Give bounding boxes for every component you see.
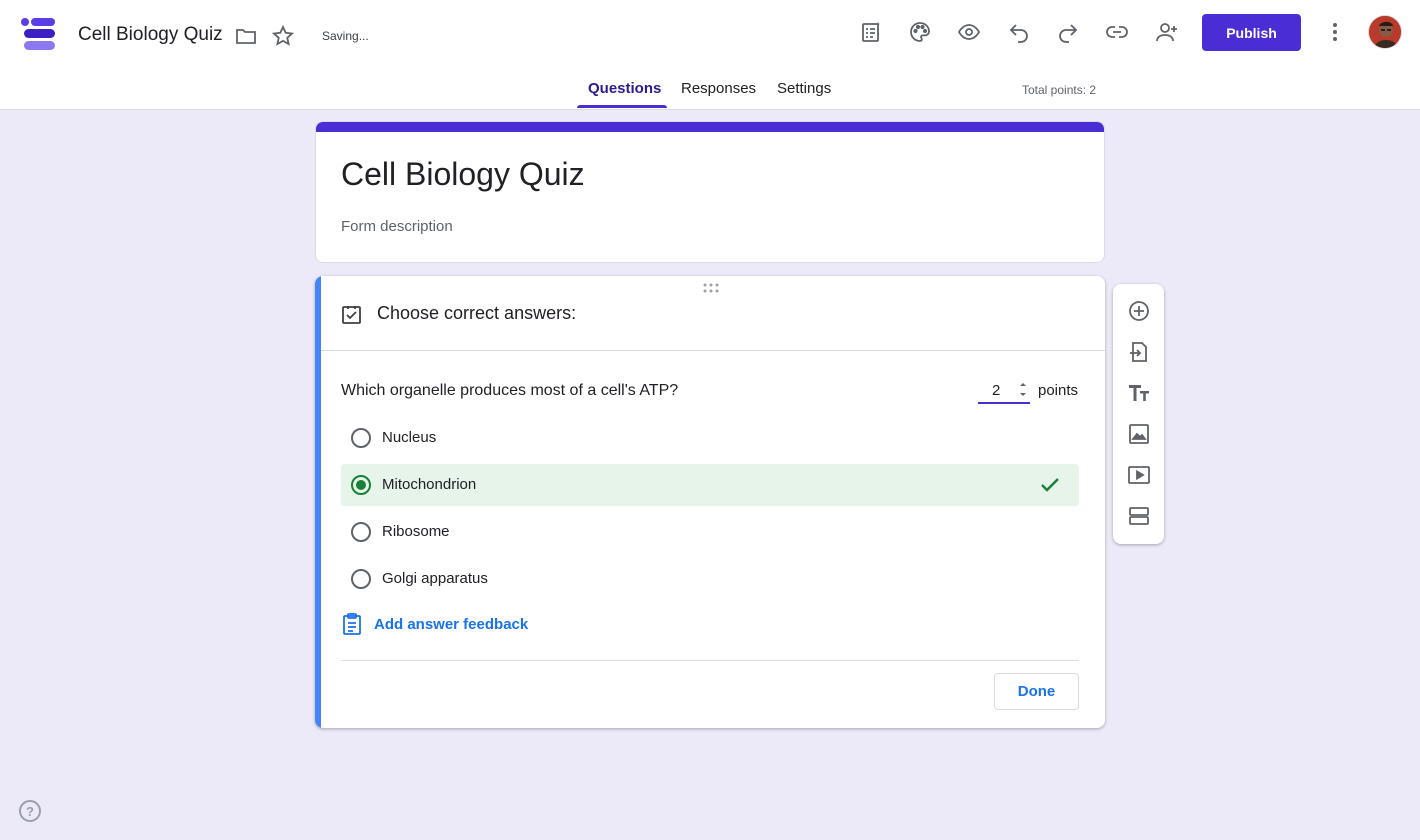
question-card[interactable]: Choose correct answers: Which organelle … xyxy=(315,276,1105,728)
tab-responses[interactable]: Responses xyxy=(681,80,756,97)
answer-option[interactable]: Nucleus xyxy=(341,417,1079,459)
help-icon[interactable]: ? xyxy=(19,800,41,822)
answer-key-checkbox-icon xyxy=(341,300,363,328)
form-title[interactable]: Cell Biology Quiz xyxy=(341,156,585,193)
radio-button[interactable] xyxy=(351,428,371,448)
save-status: Saving... xyxy=(322,29,369,43)
answer-option-correct[interactable]: Mitochondrion xyxy=(341,464,1079,506)
answer-option[interactable]: Ribosome xyxy=(341,511,1079,553)
done-button[interactable]: Done xyxy=(994,673,1079,710)
tab-settings[interactable]: Settings xyxy=(777,80,831,97)
add-title-icon[interactable] xyxy=(1125,379,1153,407)
more-vert-icon[interactable] xyxy=(1321,18,1349,46)
points-label: points xyxy=(1038,382,1079,399)
option-label: Nucleus xyxy=(382,429,437,446)
points-value[interactable]: 2 xyxy=(992,382,1000,399)
points-stepper-icon[interactable] xyxy=(1016,378,1030,400)
answer-option[interactable]: Golgi apparatus xyxy=(341,558,1079,600)
answer-key-heading: Choose correct answers: xyxy=(377,303,577,323)
option-label: Mitochondrion xyxy=(382,476,477,493)
correct-check-icon xyxy=(1039,474,1061,496)
divider xyxy=(321,350,1105,351)
points-input[interactable]: 2 xyxy=(978,378,1030,404)
form-title-card[interactable]: Cell Biology Quiz Form description xyxy=(315,121,1105,263)
radio-button[interactable] xyxy=(351,522,371,542)
divider xyxy=(341,660,1079,661)
side-toolbar xyxy=(1113,284,1164,544)
add-image-icon[interactable] xyxy=(1125,420,1153,448)
drag-handle-icon[interactable] xyxy=(703,283,719,293)
app-header: Cell Biology Quiz Saving... Publish Ques… xyxy=(0,0,1420,110)
add-section-icon[interactable] xyxy=(1125,502,1153,530)
palette-icon[interactable] xyxy=(906,18,934,46)
redo-icon[interactable] xyxy=(1054,18,1082,46)
active-question-bar xyxy=(315,276,321,728)
avatar[interactable] xyxy=(1368,15,1402,49)
question-text: Which organelle produces most of a cell'… xyxy=(341,382,679,399)
feedback-label: Add answer feedback xyxy=(374,615,529,633)
form-description-field[interactable]: Form description xyxy=(341,218,453,235)
option-label: Ribosome xyxy=(382,523,450,540)
tab-questions[interactable]: Questions xyxy=(588,80,661,97)
preview-icon[interactable] xyxy=(955,18,983,46)
link-icon[interactable] xyxy=(1103,18,1131,46)
option-label: Golgi apparatus xyxy=(382,570,488,587)
customize-icon[interactable] xyxy=(857,18,885,46)
theme-bar xyxy=(316,122,1104,132)
folder-icon[interactable] xyxy=(232,22,260,50)
radio-button-selected[interactable] xyxy=(351,475,371,495)
document-title[interactable]: Cell Biology Quiz xyxy=(78,24,223,46)
add-collaborator-icon[interactable] xyxy=(1153,18,1181,46)
star-icon[interactable] xyxy=(269,22,297,50)
total-points: Total points: 2 xyxy=(1022,83,1097,97)
forms-logo-icon[interactable] xyxy=(20,16,58,54)
publish-button[interactable]: Publish xyxy=(1202,14,1301,51)
add-question-icon[interactable] xyxy=(1125,297,1153,325)
active-tab-indicator xyxy=(577,105,667,108)
add-feedback-link[interactable]: Add answer feedback xyxy=(341,612,528,636)
undo-icon[interactable] xyxy=(1005,18,1033,46)
import-questions-icon[interactable] xyxy=(1125,338,1153,366)
radio-button[interactable] xyxy=(351,569,371,589)
feedback-clipboard-icon xyxy=(341,612,363,636)
add-video-icon[interactable] xyxy=(1125,461,1153,489)
